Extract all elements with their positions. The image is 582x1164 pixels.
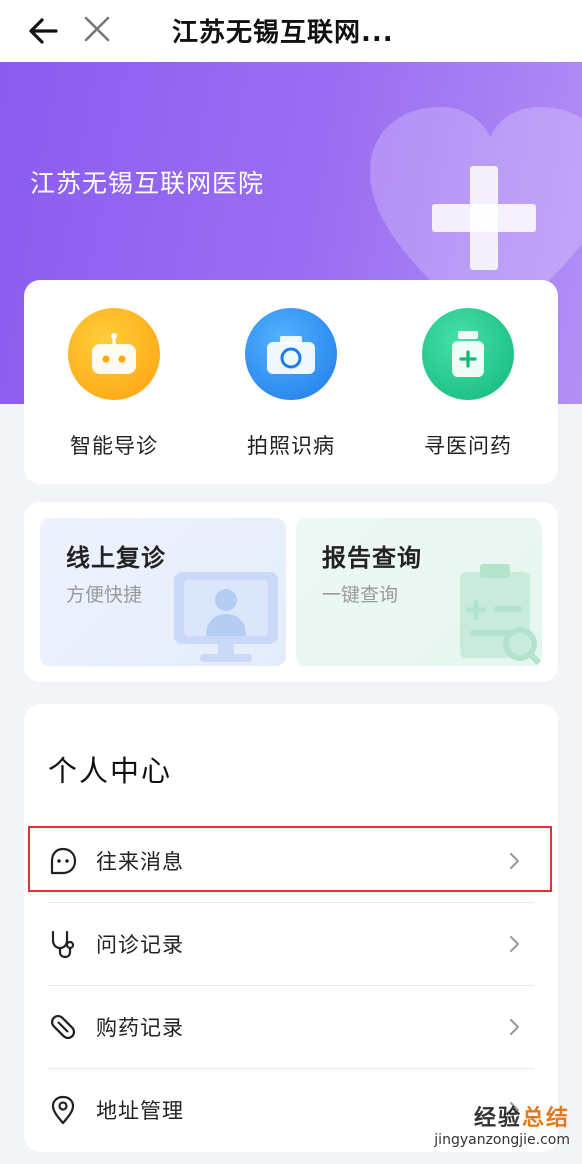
quick-action-find-doctor[interactable]: 寻医问药 [393,308,543,460]
tile-title: 报告查询 [322,544,422,572]
highlight-box [28,826,552,892]
stethoscope-icon [51,930,75,959]
quick-action-label: 智能导诊 [70,434,158,458]
doctor-monitor-icon [174,572,278,662]
watermark-url: jingyanzongjie.com [434,1132,570,1148]
tile-subtitle: 方便快捷 [66,584,143,606]
online-revisit-tile[interactable]: 线上复诊 方便快捷 [40,518,286,666]
medicine-bottle-icon [422,308,514,400]
pill-icon [50,1014,76,1040]
quick-action-photo-diagnosis[interactable]: 拍照识病 [216,308,366,460]
menu-item-label: 问诊记录 [96,933,184,957]
top-nav-bar: 江苏无锡互联网... [0,0,582,62]
quick-action-label: 拍照识病 [247,434,335,458]
personal-center-card: 个人中心 往来消息 问诊记录 购药记录 地址管理 [24,704,558,1152]
quick-actions-card: 智能导诊 拍照识病 寻医问药 [24,280,558,484]
menu-item-label: 购药记录 [96,1016,184,1040]
watermark-logo: 经验总结 [434,1100,570,1132]
watermark: 经验总结 jingyanzongjie.com [434,1100,570,1148]
chevron-right-icon [510,1019,519,1035]
hospital-name: 江苏无锡互联网医院 [30,169,265,198]
location-icon [51,1095,75,1125]
menu-item-label: 地址管理 [96,1099,184,1123]
tile-title: 线上复诊 [66,544,166,572]
report-query-tile[interactable]: 报告查询 一键查询 [296,518,542,666]
services-card: 线上复诊 方便快捷 报告查询 一键查询 [24,502,558,682]
report-search-icon [460,564,542,666]
camera-icon [245,308,337,400]
close-icon[interactable] [80,12,114,46]
page-title: 江苏无锡互联网... [172,18,394,48]
menu-item-consultation-records[interactable]: 问诊记录 [48,903,534,985]
quick-action-smart-guide[interactable]: 智能导诊 [39,308,189,460]
robot-icon [68,308,160,400]
quick-action-label: 寻医问药 [424,434,512,458]
back-arrow-icon[interactable] [26,14,60,48]
section-title: 个人中心 [48,754,173,788]
tile-subtitle: 一键查询 [322,584,399,606]
chevron-right-icon [510,936,519,952]
watermark-text-b: 总结 [521,1106,570,1131]
watermark-text-a: 经验 [473,1106,522,1131]
menu-item-purchase-records[interactable]: 购药记录 [48,986,534,1068]
medical-cross-icon [432,166,536,270]
